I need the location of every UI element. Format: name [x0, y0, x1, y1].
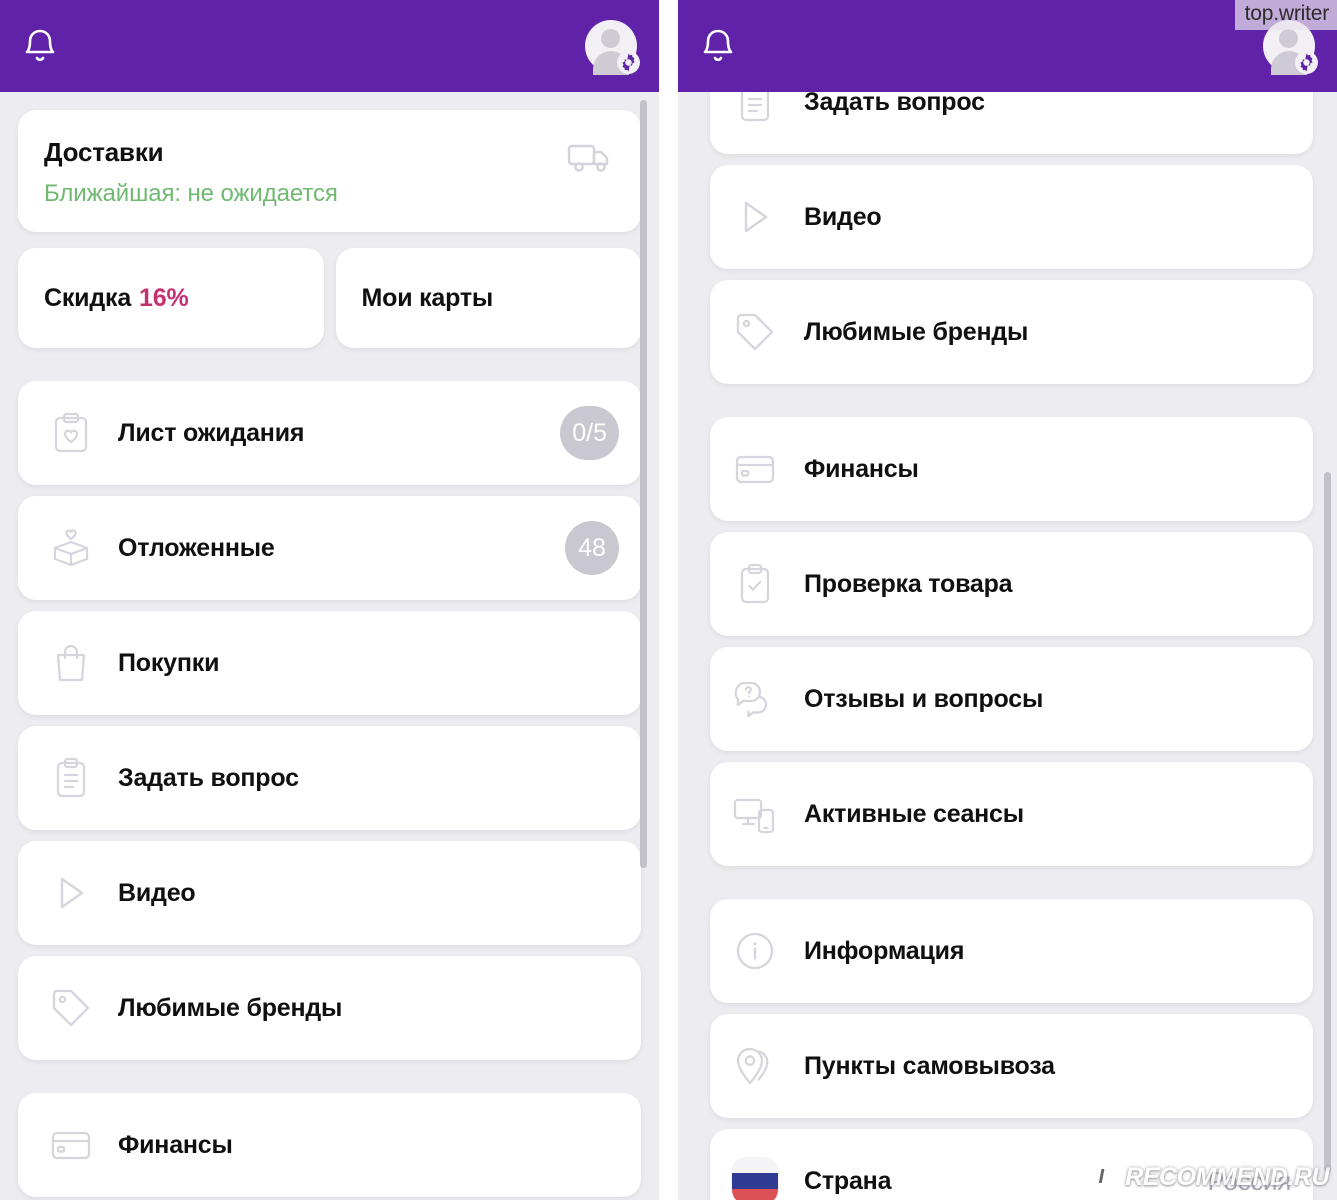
- map-pin-icon: [732, 1043, 778, 1089]
- irecommend-text: RECOMMEND.RU: [1125, 1162, 1329, 1191]
- avatar-head: [601, 29, 620, 48]
- gear-icon: [617, 51, 640, 74]
- menu-item-label: Любимые бренды: [804, 317, 1029, 346]
- panel-divider: [659, 0, 678, 1200]
- russia-flag-icon: [732, 1158, 778, 1200]
- postponed-badge: 48: [565, 521, 619, 575]
- menu-item-favorite-brands[interactable]: Любимые бренды: [18, 956, 641, 1060]
- right-panel-body: Задать вопрос Видео Любимые бренды Финан…: [678, 50, 1337, 1200]
- menu-item-label: Финансы: [804, 454, 919, 483]
- bell-icon[interactable]: [20, 24, 60, 68]
- left-panel-body: Доставки Ближайшая: не ожидается Скидка …: [0, 92, 659, 1200]
- menu-item-pickup-points[interactable]: Пункты самовывоза: [710, 1014, 1313, 1118]
- left-menu-group-2: Финансы: [0, 1093, 659, 1197]
- menu-item-label: Видео: [804, 202, 882, 231]
- flag-stripe-blue: [732, 1173, 778, 1189]
- menu-item-label: Информация: [804, 936, 965, 965]
- right-phone-panel: Задать вопрос Видео Любимые бренды Финан…: [678, 0, 1337, 1200]
- menu-item-postponed[interactable]: Отложенные 48: [18, 496, 641, 600]
- menu-item-label: Любимые бренды: [118, 993, 343, 1022]
- tag-icon: [732, 309, 778, 355]
- menu-item-video[interactable]: Видео: [18, 841, 641, 945]
- tag-icon: [48, 985, 94, 1031]
- menu-item-label: Покупки: [118, 648, 220, 677]
- menu-item-product-check[interactable]: Проверка товара: [710, 532, 1313, 636]
- clipboard-check-icon: [732, 561, 778, 607]
- discount-label: Скидка: [44, 283, 132, 312]
- chat-question-icon: [732, 676, 778, 722]
- flag-stripe-red: [732, 1188, 778, 1200]
- left-menu-group-1: Лист ожидания 0/5 Отложенные 48 Покупки …: [0, 381, 659, 1060]
- menu-item-label: Активные сеансы: [804, 799, 1024, 828]
- deliveries-title: Доставки: [44, 137, 164, 167]
- menu-item-purchases[interactable]: Покупки: [18, 611, 641, 715]
- deliveries-status: Ближайшая: не ожидается: [44, 180, 338, 207]
- quick-tiles-row: Скидка 16% Мои карты: [18, 248, 641, 348]
- menu-item-label: Видео: [118, 878, 196, 907]
- play-triangle-icon: [732, 194, 778, 240]
- discount-tile[interactable]: Скидка 16%: [18, 248, 324, 348]
- menu-item-video[interactable]: Видео: [710, 165, 1313, 269]
- menu-item-information[interactable]: Информация: [710, 899, 1313, 1003]
- right-panel-scrollbar[interactable]: [1324, 472, 1331, 1172]
- avatar-head: [1279, 29, 1298, 48]
- my-cards-tile[interactable]: Мои карты: [335, 248, 641, 348]
- flag-stripe-white: [732, 1158, 778, 1174]
- info-circle-icon: [732, 928, 778, 974]
- menu-item-label: Проверка товара: [804, 569, 1013, 598]
- menu-item-label: Отложенные: [118, 533, 275, 562]
- truck-icon: [567, 140, 613, 179]
- devices-icon: [732, 791, 778, 837]
- right-menu-group-1: Задать вопрос Видео Любимые бренды: [678, 50, 1337, 384]
- menu-item-active-sessions[interactable]: Активные сеансы: [710, 762, 1313, 866]
- app-screenshot: Доставки Ближайшая: не ожидается Скидка …: [0, 0, 1337, 1200]
- menu-item-label: Задать вопрос: [118, 763, 299, 792]
- shopping-bag-icon: [48, 640, 94, 686]
- right-menu-group-3: Информация Пункты самовывоза Страна Росс…: [678, 899, 1337, 1200]
- credit-card-icon: [732, 446, 778, 492]
- bell-icon[interactable]: [698, 24, 738, 68]
- menu-item-label: Отзывы и вопросы: [804, 684, 1044, 713]
- menu-item-reviews-questions[interactable]: Отзывы и вопросы: [710, 647, 1313, 751]
- deliveries-card[interactable]: Доставки Ближайшая: не ожидается: [18, 110, 641, 232]
- irecommend-logo-icon: I: [1084, 1162, 1119, 1199]
- right-menu-group-2: Финансы Проверка товара Отзывы и вопросы…: [678, 417, 1337, 866]
- left-appbar: [0, 0, 659, 92]
- box-heart-icon: [48, 525, 94, 571]
- menu-item-label: Пункты самовывоза: [804, 1051, 1055, 1080]
- left-panel-scrollbar[interactable]: [640, 100, 647, 868]
- menu-item-finance[interactable]: Финансы: [710, 417, 1313, 521]
- my-cards-label: Мои карты: [361, 283, 494, 312]
- gear-icon: [1295, 51, 1318, 74]
- menu-item-favorite-brands[interactable]: Любимые бренды: [710, 280, 1313, 384]
- play-triangle-icon: [48, 870, 94, 916]
- clipboard-heart-icon: [48, 410, 94, 456]
- menu-item-waitlist[interactable]: Лист ожидания 0/5: [18, 381, 641, 485]
- discount-value: 16%: [139, 283, 189, 312]
- credit-card-icon: [48, 1122, 94, 1168]
- clipboard-lines-icon: [48, 755, 94, 801]
- left-phone-panel: Доставки Ближайшая: не ожидается Скидка …: [0, 0, 659, 1200]
- avatar-with-gear-icon[interactable]: [585, 20, 640, 75]
- menu-item-label: Финансы: [118, 1130, 233, 1159]
- watermark-irecommend: I RECOMMEND.RU: [1084, 1162, 1329, 1199]
- watermark-top-writer: top.writer: [1234, 0, 1337, 30]
- menu-item-label: Лист ожидания: [118, 418, 305, 447]
- menu-item-finance[interactable]: Финансы: [18, 1093, 641, 1197]
- menu-item-ask-question[interactable]: Задать вопрос: [18, 726, 641, 830]
- waitlist-badge: 0/5: [560, 406, 619, 460]
- menu-item-label: Страна: [804, 1166, 892, 1195]
